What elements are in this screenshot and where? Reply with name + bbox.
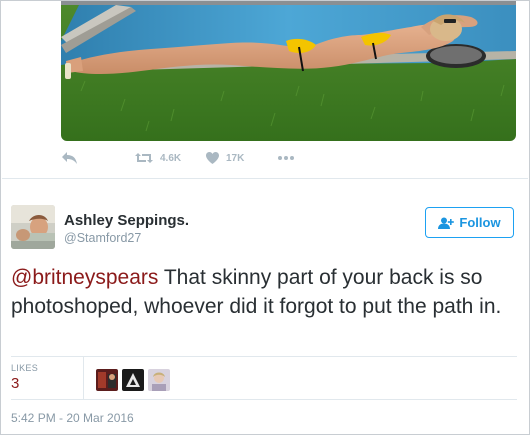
tweet-photo[interactable] [61, 1, 516, 141]
divider [2, 178, 528, 179]
reply-button[interactable] [61, 151, 78, 165]
liker-avatar-image [148, 369, 170, 391]
like-count: 17K [226, 152, 245, 164]
more-button[interactable] [277, 151, 295, 165]
stats-divider-bottom [11, 399, 517, 400]
retweet-count: 4.6K [160, 152, 182, 164]
tweet-text: @britneyspears That skinny part of your … [11, 263, 519, 321]
author-name[interactable]: Ashley Seppings. [64, 212, 189, 229]
author-handle[interactable]: @Stamford27 [64, 231, 141, 245]
more-icon [278, 156, 294, 160]
photo-image [61, 1, 516, 141]
likes-label: LIKES [11, 363, 39, 373]
follow-label: Follow [459, 215, 501, 230]
retweet-button[interactable]: 4.6K [134, 151, 181, 165]
like-button[interactable]: 17K [205, 151, 244, 165]
retweet-icon [135, 153, 153, 163]
likes-count[interactable]: 3 [11, 375, 19, 392]
liker-avatar-image [96, 369, 118, 391]
likers-list [96, 369, 170, 391]
mention-link[interactable]: @britneyspears [11, 266, 158, 289]
tweet-card: 4.6K 17K Ashley Seppings. @Stamford27 Fo… [0, 0, 530, 435]
reply-icon [62, 152, 77, 164]
follow-button[interactable]: Follow [425, 207, 514, 238]
liker-avatar[interactable] [148, 369, 170, 391]
liker-avatar[interactable] [96, 369, 118, 391]
stats-divider-top [11, 356, 517, 357]
add-user-icon [438, 217, 455, 229]
heart-icon [206, 152, 219, 164]
liker-avatar-image [122, 369, 144, 391]
liker-avatar[interactable] [122, 369, 144, 391]
avatar[interactable] [11, 205, 55, 249]
timestamp[interactable]: 5:42 PM - 20 Mar 2016 [11, 411, 134, 425]
stats-separator [83, 357, 84, 399]
avatar-image [11, 205, 55, 249]
